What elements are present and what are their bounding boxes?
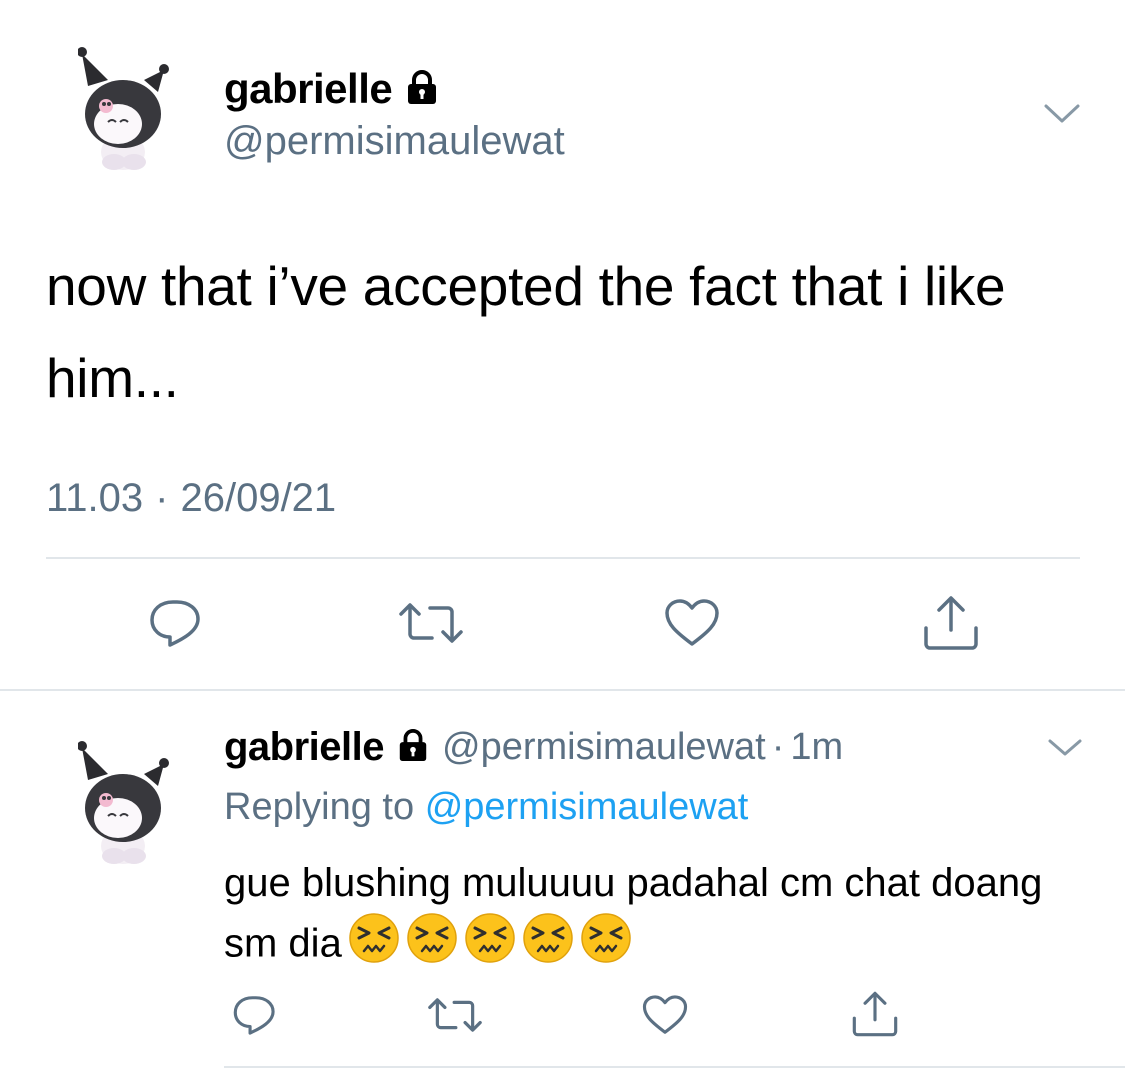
display-name[interactable]: gabrielle [224, 66, 393, 112]
tweet-text: now that i’ve accepted the fact that i l… [46, 255, 1006, 409]
retweet-icon[interactable] [427, 994, 483, 1041]
retweet-icon[interactable] [398, 598, 464, 653]
share-icon[interactable] [920, 594, 982, 657]
avatar[interactable] [78, 44, 174, 174]
persevering-face-emoji [464, 912, 516, 980]
chevron-down-icon[interactable] [1046, 736, 1084, 760]
persevering-face-emoji [348, 912, 400, 980]
divider [46, 557, 1080, 559]
author-row: gabrielle [224, 66, 440, 112]
heart-icon[interactable] [642, 994, 688, 1041]
persevering-face-emoji [522, 912, 574, 980]
share-icon[interactable] [849, 990, 901, 1043]
tweet-time: 11.03 [46, 476, 144, 520]
tweet-time[interactable]: 1m [790, 724, 843, 770]
tweet-date: 26/09/21 [180, 476, 337, 520]
replying-mention-link[interactable]: @permisimaulewat [425, 786, 749, 828]
chevron-down-icon[interactable] [1043, 102, 1081, 126]
heart-icon[interactable] [664, 598, 720, 653]
replying-to: Replying to @permisimaulewat [224, 784, 748, 830]
handle[interactable]: @permisimaulewat [224, 118, 565, 164]
avatar[interactable] [78, 738, 174, 868]
display-name[interactable]: gabrielle [224, 724, 385, 770]
lock-icon [396, 728, 430, 767]
meta-separator: · [155, 476, 169, 520]
meta-separator: · [771, 725, 785, 768]
reply-icon[interactable] [148, 598, 204, 653]
tweet-timestamp[interactable]: 11.03 · 26/09/21 [46, 475, 336, 521]
persevering-face-emoji [580, 912, 632, 980]
reply-author-row: gabrielle @permisimaulewat · 1m [224, 724, 843, 770]
divider [0, 689, 1125, 691]
reply-icon[interactable] [232, 994, 278, 1041]
reply-text-content: gue blushing muluuuu padahal cm chat doa… [224, 861, 1043, 966]
tweet-text: gue blushing muluuuu padahal cm chat doa… [224, 854, 1084, 980]
lock-icon [404, 69, 440, 110]
main-tweet: gabrielle @permisimaulewat now that i’ve… [0, 0, 1125, 690]
handle[interactable]: @permisimaulewat [442, 724, 766, 770]
divider [224, 1066, 1125, 1068]
persevering-face-emoji [406, 912, 458, 980]
replying-prefix: Replying to [224, 786, 415, 828]
